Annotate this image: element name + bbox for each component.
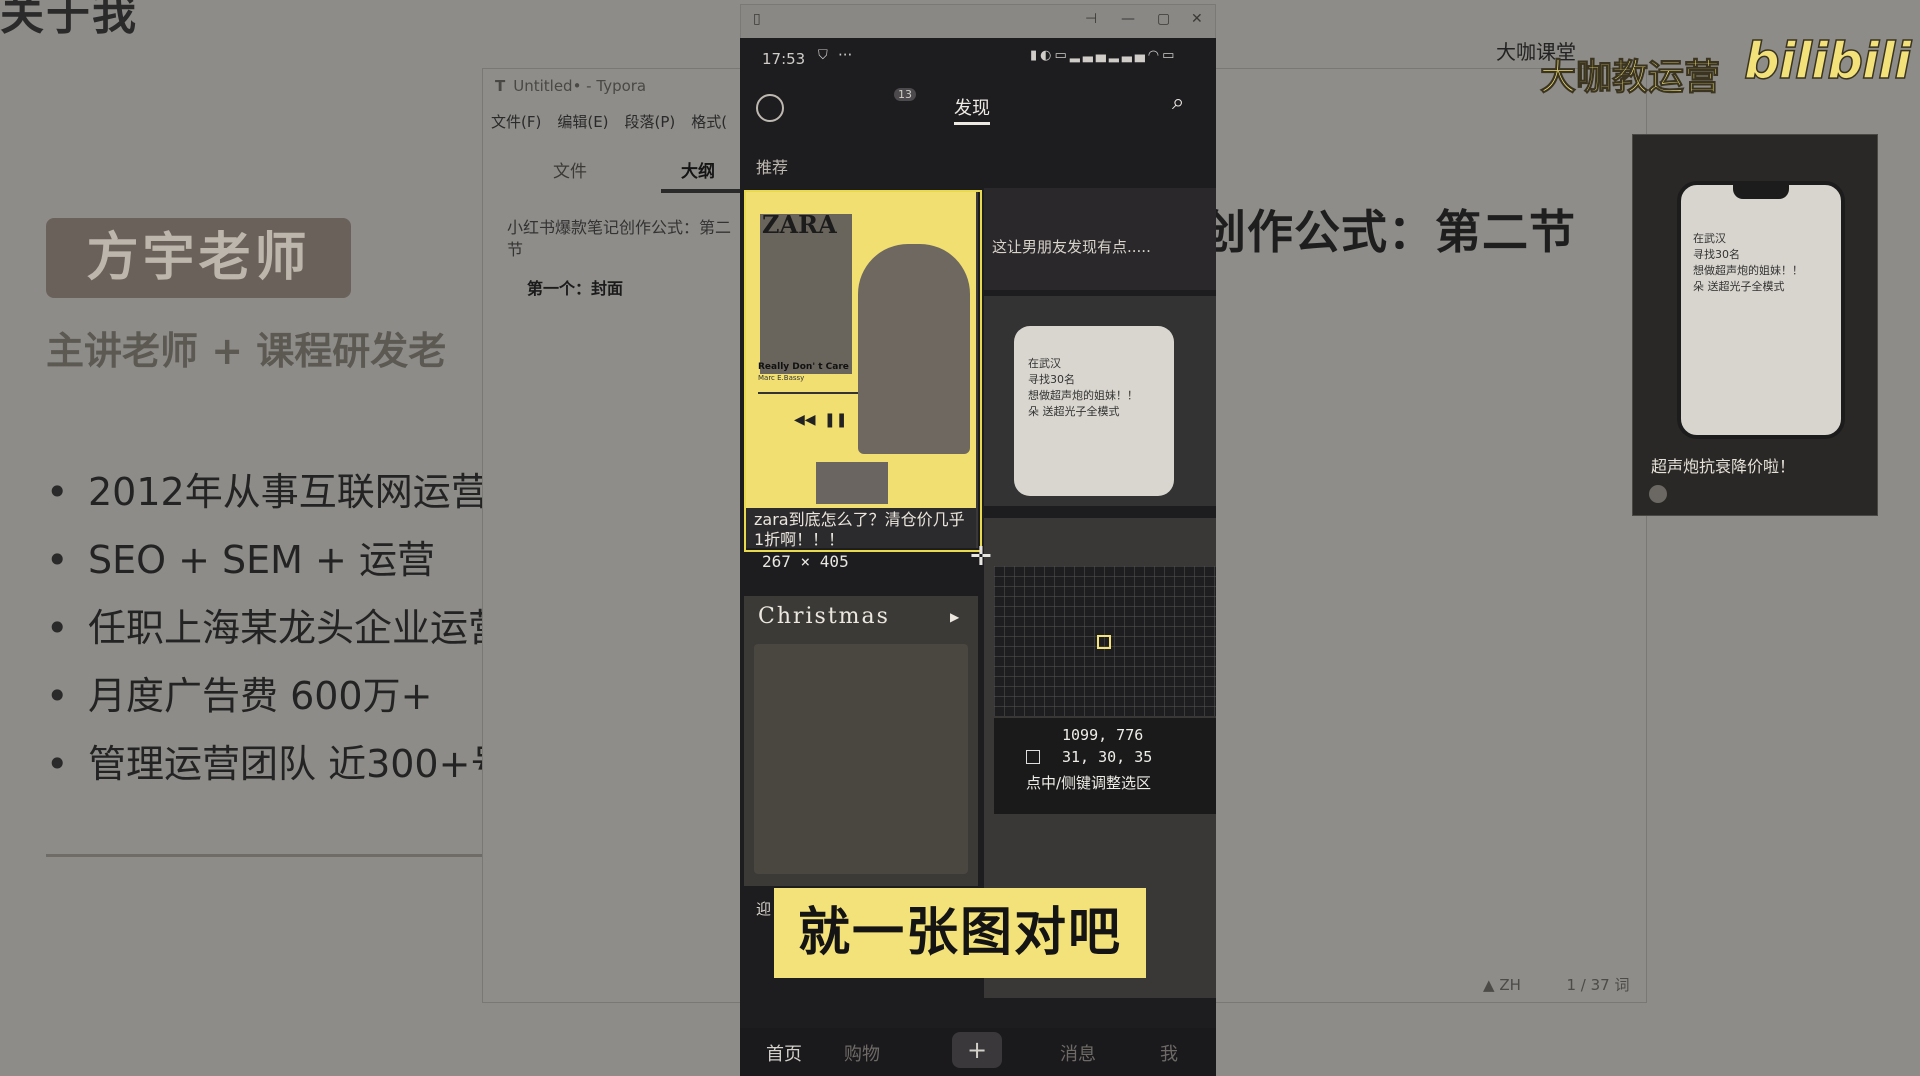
- outline-heading-2[interactable]: 第一个：封面: [527, 275, 623, 299]
- active-tab-indicator: [661, 189, 743, 193]
- mirror-app-icon: ▯: [753, 11, 761, 27]
- tab-files[interactable]: 文件: [553, 157, 587, 182]
- bio-bullet: 管理运营团队 近300+号: [46, 738, 508, 806]
- note-line: 想做超声炮的姐妹！！: [1028, 389, 1138, 402]
- note-line: 寻找30名: [1693, 248, 1740, 261]
- note-line: 寻找30名: [1028, 373, 1075, 386]
- avatar: [1649, 485, 1667, 503]
- selected-card-highlight: ZARA Really Don' t Care Marc E.Bassy ◀◀ …: [746, 192, 976, 508]
- note-screenshot: 在武汉 寻找30名 想做超声炮的姐妹！！ 朵 送超光子全模式: [1014, 326, 1174, 496]
- magnifier-info: 1099, 776 31, 30, 35 点中/侧键调整选区: [994, 718, 1216, 814]
- bilibili-logo: bilibili: [1743, 31, 1912, 91]
- slide-heading: 关于我: [0, 0, 138, 40]
- card-title: 迎: [756, 900, 772, 918]
- selected-card-title: zara到底怎么了？清仓价几乎1折啊！！！: [746, 508, 976, 548]
- note-text: 在武汉 寻找30名 想做超声炮的姐妹！！ 朵 送超光子全模式: [1693, 231, 1803, 295]
- shield-icon: ⛉: [818, 48, 828, 63]
- floating-screenshot[interactable]: 在武汉 寻找30名 想做超声炮的姐妹！！ 朵 送超光子全模式 超声炮抗衰降价啦！: [1632, 134, 1878, 516]
- menu-circle-icon[interactable]: [756, 94, 784, 122]
- phone-mockup: 在武汉 寻找30名 想做超声炮的姐妹！！ 朵 送超光子全模式: [1677, 181, 1845, 439]
- slide-divider: [46, 854, 486, 857]
- video-subtitle: 就一张图对吧: [774, 888, 1146, 978]
- note-line: 在武汉: [1693, 232, 1726, 245]
- feed-card-boyfriend[interactable]: 这让男朋友发现有点.....: [984, 188, 1216, 290]
- note-line: 想做超声炮的姐妹！！: [1693, 264, 1803, 277]
- teacher-subtitle: 主讲老师 + 课程研发老: [46, 329, 447, 373]
- status-time: 17:53: [762, 50, 806, 68]
- note-line: 朵 送超光子全模式: [1028, 405, 1120, 418]
- outline-heading-1[interactable]: 小红书爆款笔记创作公式：第二节: [507, 217, 743, 261]
- pin-icon[interactable]: ⊣: [1085, 11, 1097, 27]
- floating-card-title: 超声炮抗衰降价啦！: [1651, 457, 1796, 476]
- color-swatch: [1026, 750, 1040, 764]
- magnifier-grid: [994, 566, 1216, 716]
- note-line: 朵 送超光子全模式: [1693, 280, 1785, 293]
- crosshair-cursor-icon: ✛: [970, 542, 992, 572]
- bio-bullet-list: 2012年从事互联网运营 SEO + SEM + 运营 任职上海某龙头企业运营 …: [46, 466, 508, 806]
- play-icon: ▶: [950, 610, 960, 624]
- selection-dimensions: 267 × 405: [762, 552, 849, 571]
- phone-notch: [1733, 185, 1789, 199]
- nav-add-button[interactable]: +: [952, 1032, 1002, 1068]
- typora-title: Untitled• - Typora: [513, 77, 647, 95]
- nav-me[interactable]: 我: [1160, 1040, 1178, 1066]
- phone-bottom-nav: 首页 购物 + 消息 我: [740, 1028, 1216, 1076]
- bio-bullet: 任职上海某龙头企业运营: [46, 602, 508, 670]
- music-artist: Marc E.Bassy: [758, 374, 805, 382]
- nav-shop[interactable]: 购物: [844, 1040, 880, 1066]
- close-icon[interactable]: ✕: [1191, 11, 1203, 27]
- status-icons: ▮◐▭▂▃▄▂▃▄◠▭: [1030, 48, 1178, 63]
- notification-badge: 13: [894, 88, 916, 101]
- sidebar-tabs: 文件 大纲: [483, 157, 743, 193]
- typora-statusbar: ▲ ZH 1 / 37 词: [1483, 974, 1629, 995]
- menu-edit[interactable]: 编辑(E): [557, 111, 608, 132]
- pause-icon: ❚❚: [824, 412, 848, 428]
- rewind-icon: ◀◀: [794, 412, 816, 428]
- bio-bullet: SEO + SEM + 运营: [46, 534, 508, 602]
- category-chips: 推荐: [740, 146, 1216, 186]
- tab-outline[interactable]: 大纲: [681, 157, 715, 182]
- bio-bullet: 月度广告费 600万+: [46, 670, 508, 738]
- food-photo: [754, 644, 968, 874]
- active-tab-underline: [954, 122, 990, 125]
- magnifier-hint: 点中/侧键调整选区: [1026, 774, 1152, 792]
- menu-file[interactable]: 文件(F): [491, 111, 541, 132]
- more-dots-icon: ···: [838, 46, 853, 64]
- brand-channel-name: 大咖教运营: [1539, 57, 1721, 99]
- typora-titlebar: T Untitled• - Typora: [495, 77, 646, 95]
- chip-recommend[interactable]: 推荐: [756, 154, 788, 178]
- phone-status-bar: 17:53 ⛉ ··· ▮◐▭▂▃▄▂▃▄◠▭: [740, 38, 1216, 78]
- feed-card-phone-note[interactable]: 在武汉 寻找30名 想做超声炮的姐妹！！ 朵 送超光子全模式: [984, 296, 1216, 506]
- card-title: 这让男朋友发现有点.....: [992, 238, 1151, 256]
- minimize-icon[interactable]: —: [1121, 11, 1135, 27]
- warning-icon: ▲: [1483, 976, 1495, 994]
- typora-app-icon: T: [495, 77, 506, 95]
- note-line: 在武汉: [1028, 357, 1061, 370]
- search-icon[interactable]: ⌕: [1172, 90, 1184, 115]
- music-title: Really Don' t Care: [758, 362, 849, 372]
- nav-home[interactable]: 首页: [766, 1040, 802, 1066]
- teacher-name-badge: 方宇老师: [46, 218, 351, 298]
- feed-card-christmas[interactable]: Christmas ▶: [744, 596, 978, 886]
- maximize-icon[interactable]: ▢: [1157, 11, 1170, 27]
- document-title-fragment: 创作公式：第二节: [1200, 205, 1576, 259]
- status-language[interactable]: ZH: [1499, 976, 1521, 994]
- photo-shadow: [816, 462, 888, 504]
- cursor-coordinates: 1099, 776: [1062, 726, 1144, 744]
- pixel-rgb: 31, 30, 35: [1062, 748, 1153, 766]
- model-photo: [858, 244, 970, 454]
- typora-menubar: 文件(F) 编辑(E) 段落(P) 格式(: [491, 111, 727, 132]
- progress-bar: [758, 392, 858, 394]
- bio-bullet: 2012年从事互联网运营: [46, 466, 508, 534]
- christmas-title: Christmas: [758, 604, 890, 629]
- tab-discover[interactable]: 发现: [954, 94, 990, 120]
- menu-format[interactable]: 格式(: [691, 111, 727, 132]
- status-word-count[interactable]: 1 / 37 词: [1566, 976, 1629, 994]
- magnifier-grid-lines: [994, 566, 1216, 716]
- menu-paragraph[interactable]: 段落(P): [625, 111, 676, 132]
- phone-mirror-titlebar: ▯ ⊣ — ▢ ✕: [740, 4, 1216, 40]
- nav-messages[interactable]: 消息: [1060, 1040, 1096, 1066]
- zara-logo: ZARA: [762, 210, 837, 239]
- phone-top-nav: 13 发现 ⌕: [740, 86, 1216, 136]
